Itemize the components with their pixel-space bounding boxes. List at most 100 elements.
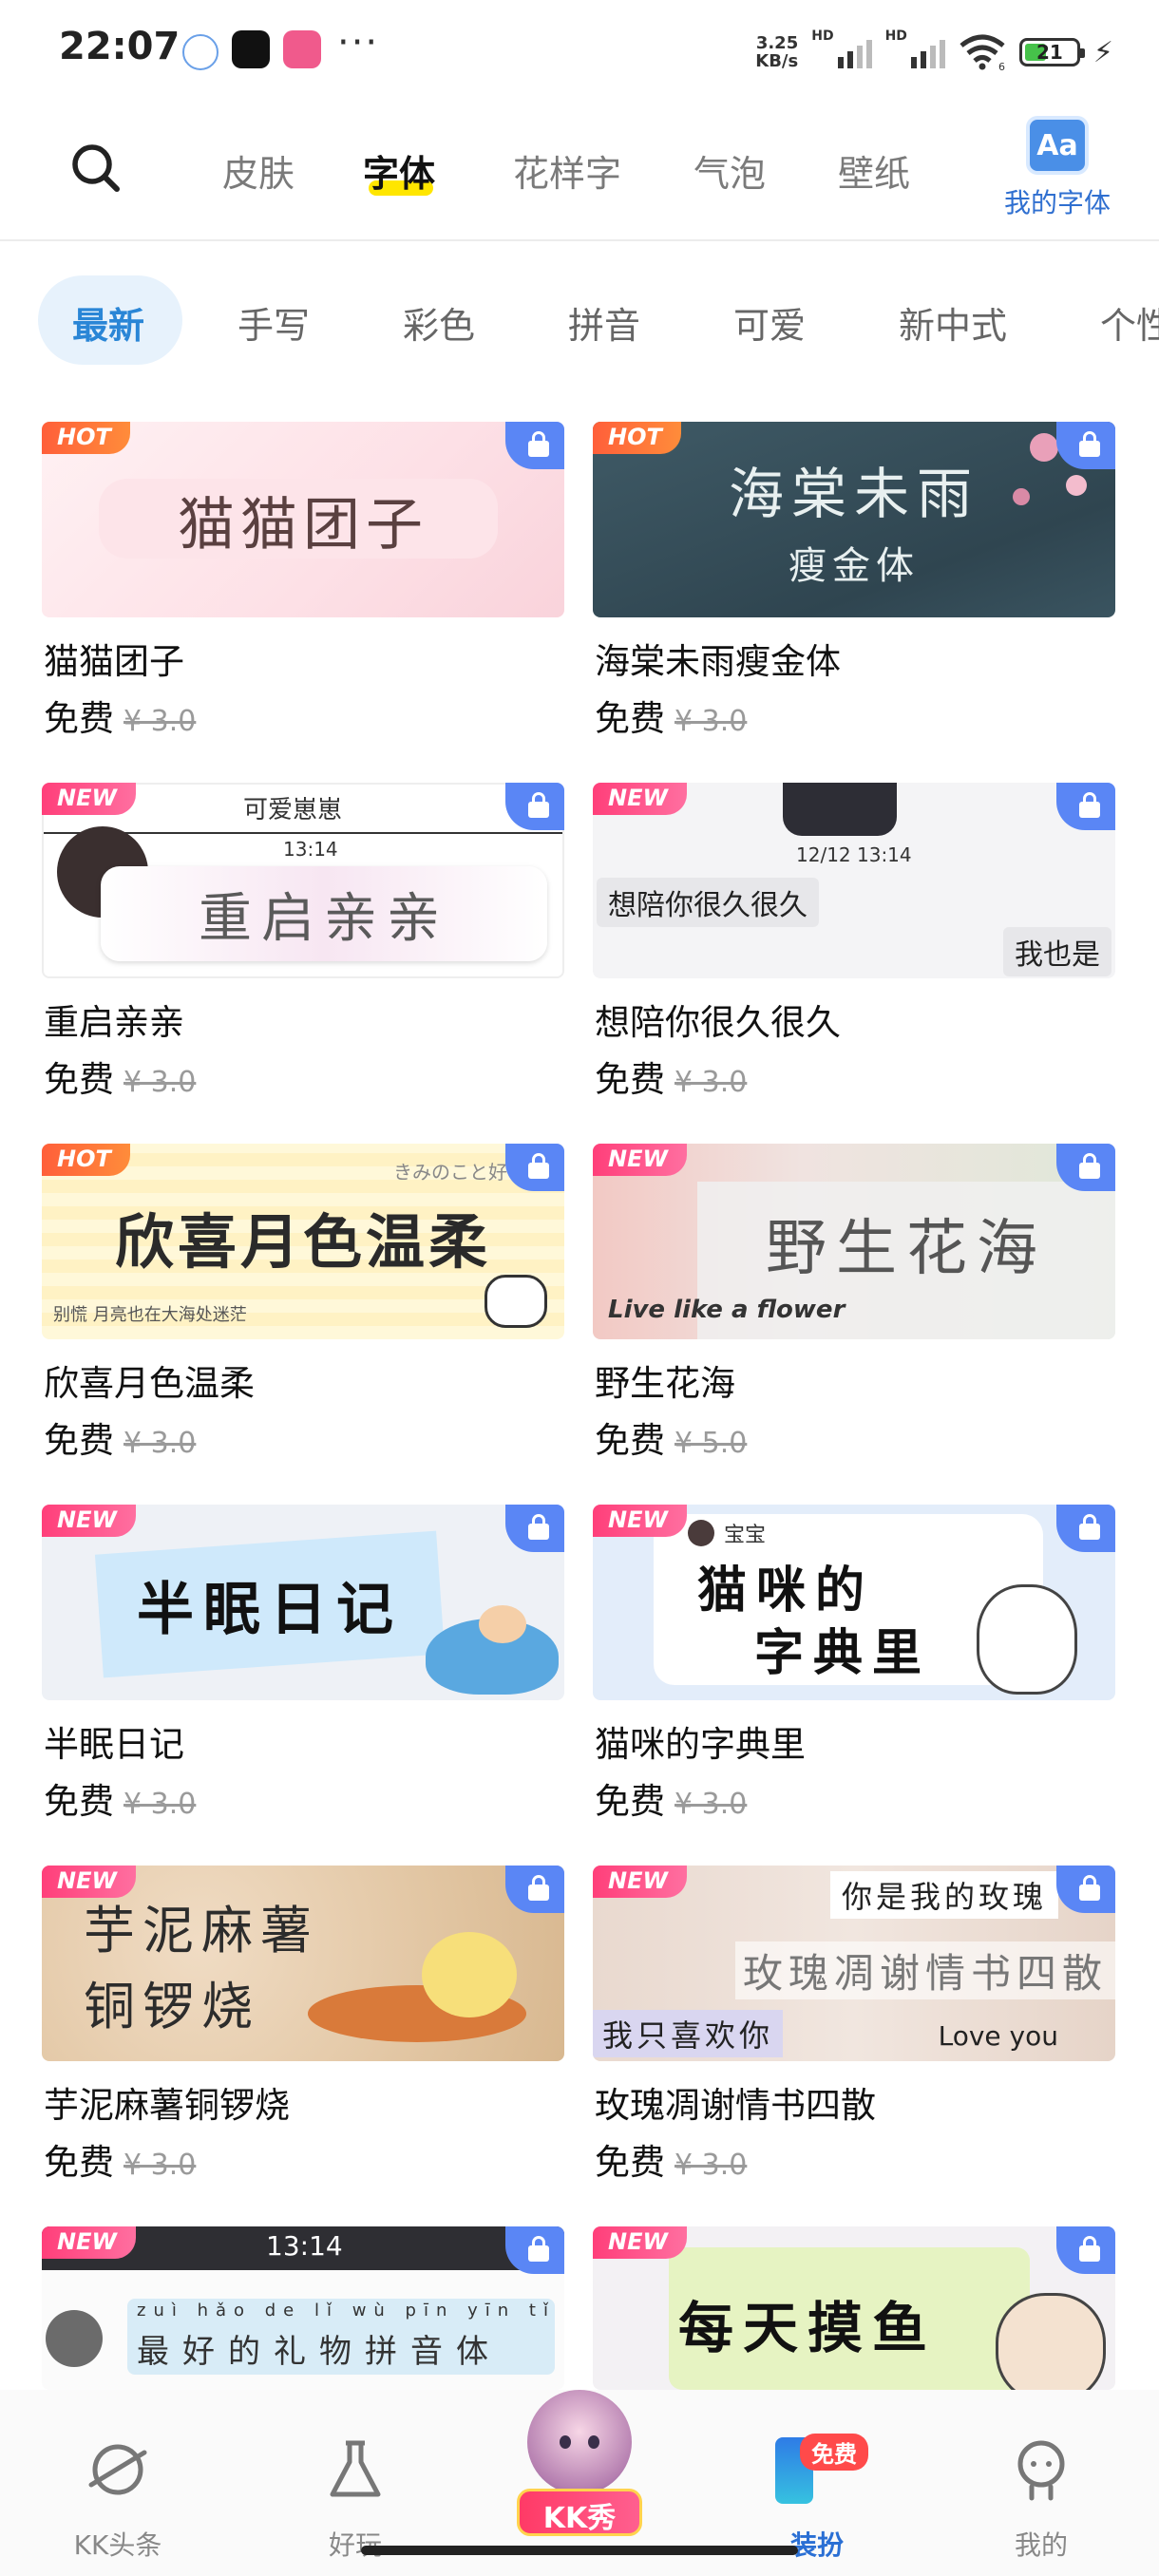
font-title: 玫瑰凋谢情书四散 [595, 2085, 876, 2126]
tab-fancy-text[interactable]: 花样字 [513, 144, 621, 197]
wifi-icon: 6 [960, 34, 1005, 70]
lock-icon [505, 783, 564, 830]
lock-icon [505, 1144, 564, 1191]
my-font-icon: Aa [1026, 116, 1089, 175]
charging-icon: ⚡ [1092, 35, 1113, 69]
font-card[interactable]: 宝宝 猫咪的 字典里 NEW 猫咪的字典里 免费 ¥ 3.0 [593, 1505, 1115, 1866]
font-title: 欣喜月色温柔 [44, 1363, 255, 1404]
category-colorful[interactable]: 彩色 [403, 296, 475, 349]
font-title: 野生花海 [595, 1363, 735, 1404]
font-card[interactable]: 12/12 13:14 想陪你很久很久 我也是 NEW 想陪你很久很久 免费 ¥ … [593, 783, 1115, 1144]
font-preview: 猫猫团子 [42, 422, 564, 617]
tab-wallpaper[interactable]: 壁纸 [838, 144, 910, 197]
lock-icon [1056, 2226, 1115, 2274]
status-bar: 22:07 ··· 3.25 KB/s HD HD 6 21 ⚡ [0, 0, 1159, 104]
font-card[interactable]: 每天摸鱼 NEW [593, 2226, 1115, 2390]
hd-label-2: HD [884, 28, 907, 44]
font-title: 海棠未雨瘦金体 [595, 641, 841, 682]
lock-icon [1056, 1505, 1115, 1552]
font-price: 免费 ¥ 3.0 [44, 1781, 197, 1822]
font-price: 免费 ¥ 3.0 [595, 698, 748, 739]
my-font-button[interactable]: Aa 我的字体 [996, 116, 1119, 220]
font-card[interactable]: 13:14 zuì hǎo de lǐ wù pīn yīn tǐ 最好的礼物拼… [42, 2226, 564, 2390]
lock-icon [505, 2226, 564, 2274]
font-title: 半眠日记 [44, 1724, 184, 1765]
font-price: 免费 ¥ 3.0 [44, 1059, 197, 1100]
font-price: 免费 ¥ 3.0 [595, 1781, 748, 1822]
font-title: 芋泥麻薯铜锣烧 [44, 2085, 290, 2126]
category-personality[interactable]: 个性 [1100, 296, 1159, 349]
home-indicator[interactable] [361, 2546, 798, 2555]
font-card[interactable]: 半眠日记 NEW 半眠日记 免费 ¥ 3.0 [42, 1505, 564, 1866]
status-time: 22:07 [59, 25, 180, 68]
font-card[interactable]: 海棠未雨 瘦金体 HOT 海棠未雨瘦金体 免费 ¥ 3.0 [593, 422, 1115, 783]
category-latest[interactable]: 最新 [72, 296, 144, 349]
top-nav: 皮肤 字体 花样字 气泡 壁纸 Aa 我的字体 [0, 104, 1159, 241]
font-card[interactable]: 猫猫团子 HOT 猫猫团子 免费 ¥ 3.0 [42, 422, 564, 783]
font-price: 免费 ¥ 5.0 [595, 1420, 748, 1461]
font-card[interactable]: 可爱崽崽 13:14 重启亲亲 NEW 重启亲亲 免费 ¥ 3.0 [42, 783, 564, 1144]
tiktok-app-icon [232, 30, 270, 68]
flask-icon [330, 2440, 381, 2497]
category-new-chinese[interactable]: 新中式 [899, 296, 1007, 349]
font-title: 猫咪的字典里 [595, 1724, 806, 1765]
svg-text:6: 6 [998, 61, 1005, 70]
font-card[interactable]: きみのこと好き 欣喜月色温柔 别慌 月亮也在大海处迷茫 HOT 欣喜月色温柔 免… [42, 1144, 564, 1505]
status-more: ··· [337, 21, 380, 65]
font-preview: 海棠未雨 瘦金体 [593, 422, 1115, 617]
category-cute[interactable]: 可爱 [733, 296, 806, 349]
signal-1-icon [837, 36, 872, 68]
nav-fun[interactable]: 好玩 [279, 2409, 431, 2561]
new-tag: NEW [593, 2226, 687, 2259]
profile-icon [1017, 2440, 1065, 2501]
lock-icon [505, 1866, 564, 1913]
battery-icon: 21 [1018, 38, 1085, 66]
lock-icon [1056, 1144, 1115, 1191]
lock-icon [505, 422, 564, 469]
category-bar: 最新 手写 彩色 拼音 可爱 新中式 个性 [0, 239, 1159, 401]
font-title: 猫猫团子 [44, 641, 184, 682]
new-tag: NEW [42, 783, 136, 815]
my-font-label: 我的字体 [1003, 187, 1111, 218]
hot-tag: HOT [42, 422, 130, 454]
new-tag: NEW [42, 1866, 136, 1898]
font-card[interactable]: 你是我的玫瑰 玫瑰凋谢情书四散 我只喜欢你 Love you NEW 玫瑰凋谢情… [593, 1866, 1115, 2226]
font-title: 想陪你很久很久 [595, 1002, 841, 1043]
net-speed: 3.25 KB/s [755, 33, 799, 71]
avatar-mascot-icon [527, 2390, 632, 2494]
font-price: 免费 ¥ 3.0 [44, 698, 197, 739]
font-price: 免费 ¥ 3.0 [44, 1420, 197, 1461]
bilibili-app-icon [283, 30, 321, 68]
font-card[interactable]: 野生花海 Live like a flower NEW 野生花海 免费 ¥ 5.0 [593, 1144, 1115, 1505]
nav-kk-show[interactable]: KK秀 [504, 2390, 656, 2536]
font-title: 重启亲亲 [44, 1002, 184, 1043]
lock-icon [505, 1505, 564, 1552]
ifly-app-icon [182, 34, 218, 70]
tab-bubble[interactable]: 气泡 [694, 144, 766, 197]
lock-icon [1056, 783, 1115, 830]
planet-icon [88, 2444, 147, 2495]
nav-me[interactable]: 我的 [965, 2409, 1117, 2561]
new-tag: NEW [593, 1866, 687, 1898]
new-tag: NEW [593, 1144, 687, 1176]
search-icon[interactable] [68, 141, 122, 194]
font-price: 免费 ¥ 3.0 [595, 1059, 748, 1100]
font-price: 免费 ¥ 3.0 [595, 2142, 748, 2183]
hd-label-1: HD [811, 28, 834, 44]
font-preview: きみのこと好き 欣喜月色温柔 别慌 月亮也在大海处迷茫 [42, 1144, 564, 1339]
lock-icon [1056, 1866, 1115, 1913]
free-badge: 免费 [800, 2434, 868, 2471]
hot-tag: HOT [42, 1144, 130, 1176]
new-tag: NEW [593, 1505, 687, 1537]
font-card[interactable]: 芋泥麻薯 铜锣烧 NEW 芋泥麻薯铜锣烧 免费 ¥ 3.0 [42, 1866, 564, 2226]
nav-kk-headlines[interactable]: KK头条 [42, 2409, 194, 2561]
hot-tag: HOT [593, 422, 681, 454]
category-handwriting[interactable]: 手写 [238, 296, 310, 349]
new-tag: NEW [42, 1505, 136, 1537]
tab-font[interactable]: 字体 [363, 144, 435, 197]
category-pinyin[interactable]: 拼音 [568, 296, 640, 349]
font-price: 免费 ¥ 3.0 [44, 2142, 197, 2183]
new-tag: NEW [42, 2226, 136, 2259]
tab-skin[interactable]: 皮肤 [222, 144, 294, 197]
new-tag: NEW [593, 783, 687, 815]
